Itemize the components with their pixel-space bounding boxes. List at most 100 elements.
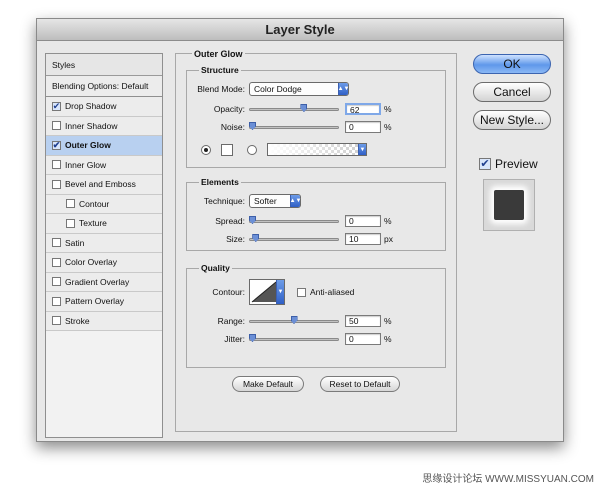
style-checkbox[interactable] <box>52 238 61 248</box>
spread-unit: % <box>384 216 392 226</box>
noise-slider[interactable] <box>249 122 339 131</box>
gradient-dropdown-icon[interactable]: ▼ <box>358 144 366 155</box>
style-item-texture[interactable]: Texture <box>46 214 162 234</box>
preview-swatch <box>494 190 524 220</box>
style-checkbox[interactable] <box>66 199 75 209</box>
reset-to-default-button[interactable]: Reset to Default <box>320 376 400 392</box>
new-style-button[interactable]: New Style... <box>473 110 551 130</box>
style-checkbox[interactable] <box>52 121 61 131</box>
technique-select[interactable]: Softer ▲▼ <box>249 194 301 208</box>
outer-glow-panel: Outer Glow Structure Blend Mode: Color D… <box>175 49 457 432</box>
technique-label: Technique: <box>203 196 245 206</box>
style-item-drop-shadow[interactable]: ✔ Drop Shadow <box>46 97 162 117</box>
noise-input[interactable]: 0 <box>345 121 381 133</box>
style-item-label: Pattern Overlay <box>65 296 125 307</box>
style-checkbox[interactable]: ✔ <box>52 140 61 150</box>
spread-input[interactable]: 0 <box>345 215 381 227</box>
preview-toggle[interactable]: ✔ Preview <box>479 157 538 171</box>
preview-checkbox[interactable]: ✔ <box>479 158 491 170</box>
layer-style-dialog: Layer Style Styles Blending Options: Def… <box>36 18 564 442</box>
style-item-stroke[interactable]: Stroke <box>46 311 162 331</box>
contour-curve-icon <box>251 281 277 303</box>
jitter-input[interactable]: 0 <box>345 333 381 345</box>
jitter-label: Jitter: <box>224 334 245 344</box>
style-checkbox[interactable] <box>52 296 61 306</box>
range-slider[interactable] <box>249 316 339 325</box>
size-input[interactable]: 10 <box>345 233 381 245</box>
size-slider[interactable] <box>249 234 339 243</box>
style-item-outer-glow[interactable]: ✔ Outer Glow <box>46 136 162 156</box>
range-label: Range: <box>217 316 245 326</box>
quality-group: Quality Contour: ▼ Anti-aliased Range: 5… <box>186 263 446 368</box>
noise-label: Noise: <box>220 122 245 132</box>
technique-value: Softer <box>254 196 277 206</box>
blend-mode-select[interactable]: Color Dodge ▲▼ <box>249 82 349 96</box>
style-item-label: Bevel and Emboss <box>65 179 136 190</box>
contour-dropdown-icon[interactable]: ▼ <box>276 280 284 304</box>
cancel-button[interactable]: Cancel <box>473 82 551 102</box>
opacity-slider[interactable] <box>249 104 339 113</box>
style-item-inner-shadow[interactable]: Inner Shadow <box>46 116 162 136</box>
dialog-title: Layer Style <box>37 19 563 41</box>
range-unit: % <box>384 316 392 326</box>
style-item-gradient-overlay[interactable]: Gradient Overlay <box>46 272 162 292</box>
contour-picker[interactable]: ▼ <box>249 279 285 305</box>
style-item-label: Stroke <box>65 315 90 326</box>
structure-group: Structure Blend Mode: Color Dodge ▲▼ Opa… <box>186 65 446 168</box>
range-input[interactable]: 50 <box>345 315 381 327</box>
style-item-color-overlay[interactable]: Color Overlay <box>46 253 162 273</box>
style-checkbox[interactable] <box>52 179 61 189</box>
style-item-contour[interactable]: Contour <box>46 194 162 214</box>
gradient-radio[interactable] <box>247 144 257 155</box>
elements-group: Elements Technique: Softer ▲▼ Spread: 0 … <box>186 177 446 251</box>
anti-aliased-label: Anti-aliased <box>310 287 355 297</box>
style-checkbox[interactable] <box>52 257 61 267</box>
glow-color-swatch[interactable] <box>221 143 233 156</box>
style-item-label: Outer Glow <box>65 140 111 151</box>
style-item-satin[interactable]: Satin <box>46 233 162 253</box>
panel-title: Outer Glow <box>192 49 245 59</box>
select-arrows-icon: ▲▼ <box>290 195 301 207</box>
size-label: Size: <box>226 234 245 244</box>
blend-mode-label: Blend Mode: <box>197 84 245 94</box>
solid-color-radio[interactable] <box>201 144 211 155</box>
quality-title: Quality <box>199 263 232 273</box>
style-item-label: Color Overlay <box>65 257 117 268</box>
style-item-label: Inner Glow <box>65 159 107 170</box>
preview-thumbnail <box>483 179 535 231</box>
spread-label: Spread: <box>215 216 245 226</box>
style-item-label: Drop Shadow <box>65 101 117 112</box>
style-checkbox[interactable] <box>66 218 75 228</box>
style-item-bevel-and-emboss[interactable]: Bevel and Emboss <box>46 175 162 195</box>
watermark: 思缘设计论坛 WWW.MISSYUAN.COM <box>422 474 594 485</box>
gradient-picker[interactable]: ▼ <box>267 143 367 156</box>
spread-slider[interactable] <box>249 216 339 225</box>
ok-button[interactable]: OK <box>473 54 551 74</box>
blend-mode-value: Color Dodge <box>254 84 302 94</box>
style-checkbox[interactable] <box>52 160 61 170</box>
style-item-label: Inner Shadow <box>65 120 118 131</box>
style-item-label: Texture <box>79 218 107 229</box>
style-checkbox[interactable] <box>52 316 61 326</box>
style-item-label: Gradient Overlay <box>65 276 130 287</box>
jitter-slider[interactable] <box>249 334 339 343</box>
select-arrows-icon: ▲▼ <box>338 83 349 95</box>
make-default-button[interactable]: Make Default <box>232 376 304 392</box>
size-unit: px <box>384 234 393 244</box>
opacity-label: Opacity: <box>213 104 245 114</box>
blending-options[interactable]: Blending Options: Default <box>46 76 162 97</box>
style-item-label: Contour <box>79 198 110 209</box>
opacity-unit: % <box>384 104 392 114</box>
style-item-inner-glow[interactable]: Inner Glow <box>46 155 162 175</box>
style-checkbox[interactable]: ✔ <box>52 101 61 111</box>
preview-label: Preview <box>495 157 538 171</box>
structure-title: Structure <box>199 65 241 75</box>
style-item-pattern-overlay[interactable]: Pattern Overlay <box>46 292 162 312</box>
opacity-input[interactable]: 62 <box>345 103 381 115</box>
anti-aliased-checkbox[interactable] <box>297 287 306 297</box>
style-checkbox[interactable] <box>52 277 61 287</box>
jitter-unit: % <box>384 334 392 344</box>
contour-label: Contour: <box>212 287 245 297</box>
style-item-label: Satin <box>65 237 85 248</box>
styles-header[interactable]: Styles <box>46 54 162 76</box>
